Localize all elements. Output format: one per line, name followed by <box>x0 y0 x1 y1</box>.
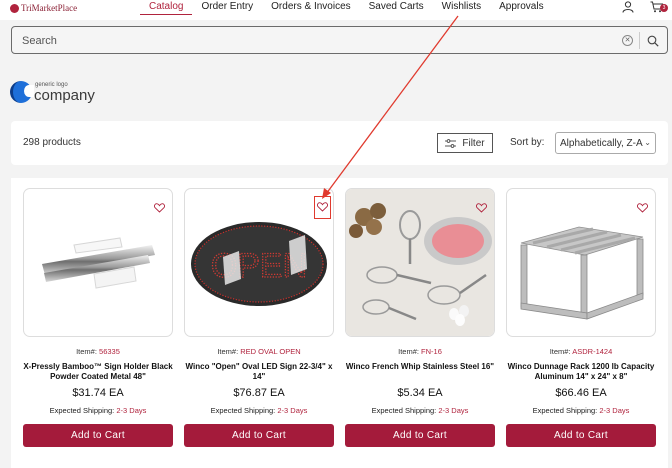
user-icon[interactable] <box>622 1 634 13</box>
product-name[interactable]: Winco Dunnage Rack 1200 lb Capacity Alum… <box>506 362 656 382</box>
brand-name: TriMarketPlace <box>21 3 78 13</box>
product-image[interactable]: OPEN <box>184 188 334 337</box>
nav-item-order-entry[interactable]: Order Entry <box>192 0 262 15</box>
search-bar: ✕ <box>11 26 668 54</box>
item-number: Item#: 56335 <box>76 347 120 356</box>
brand-mark-icon <box>10 3 19 13</box>
sort-value: Alphabetically, Z-A <box>560 138 643 149</box>
wishlist-heart-icon[interactable] <box>154 200 165 218</box>
results-toolbar: 298 products Filter Sort by: Alphabetica… <box>11 121 668 165</box>
cart-icon[interactable]: 3 <box>650 1 668 13</box>
item-number: Item#: RED OVAL OPEN <box>217 347 301 356</box>
product-price: $76.87 EA <box>233 387 285 399</box>
wishlist-heart-icon[interactable] <box>637 200 648 218</box>
product-price: $66.46 EA <box>555 387 607 399</box>
filter-label: Filter <box>462 137 485 149</box>
product-card: OPEN Item#: RED OVAL OPEN Winco "Open" O… <box>184 188 334 447</box>
clear-search-icon[interactable]: ✕ <box>622 35 633 46</box>
company-logo[interactable]: generic logo company <box>10 78 100 106</box>
item-number: Item#: ASDR-1424 <box>549 347 613 356</box>
product-name[interactable]: Winco "Open" Oval LED Sign 22-3/4" x 14" <box>184 362 334 382</box>
main-nav: Catalog Order Entry Orders & Invoices Sa… <box>140 0 553 15</box>
product-image[interactable] <box>345 188 495 337</box>
product-image[interactable] <box>506 188 656 337</box>
add-to-cart-button[interactable]: Add to Cart <box>345 424 495 447</box>
top-navigation-bar: TriMarketPlace Catalog Order Entry Order… <box>0 0 672 20</box>
product-card: Item#: 56335 X-Pressly Bamboo™ Sign Hold… <box>23 188 173 447</box>
product-price: $31.74 EA <box>72 387 124 399</box>
nav-item-approvals[interactable]: Approvals <box>490 0 552 15</box>
nav-item-saved-carts[interactable]: Saved Carts <box>360 0 433 15</box>
product-price: $5.34 EA <box>397 387 443 399</box>
search-icon[interactable] <box>647 34 659 52</box>
chevron-down-icon: ⌄ <box>644 138 651 147</box>
cart-count-badge: 3 <box>660 4 668 12</box>
shipping-days: 2-3 Days <box>438 406 469 415</box>
add-to-cart-button[interactable]: Add to Cart <box>184 424 334 447</box>
expected-shipping: Expected Shipping: 2-3 Days <box>210 406 308 415</box>
item-code: ASDR-1424 <box>572 347 613 356</box>
add-to-cart-button[interactable]: Add to Cart <box>23 424 173 447</box>
company-logo-big-text: company <box>34 86 95 104</box>
nav-item-wishlists[interactable]: Wishlists <box>433 0 490 15</box>
shipping-days: 2-3 Days <box>277 406 308 415</box>
product-card: Item#: ASDR-1424 Winco Dunnage Rack 1200… <box>506 188 656 447</box>
sort-select[interactable]: Alphabetically, Z-A ⌄ <box>555 132 656 154</box>
search-divider <box>639 32 640 49</box>
item-code: RED OVAL OPEN <box>240 347 301 356</box>
product-name[interactable]: X-Pressly Bamboo™ Sign Holder Black Powd… <box>23 362 173 382</box>
product-name[interactable]: Winco French Whip Stainless Steel 16" <box>345 362 495 382</box>
product-image[interactable] <box>23 188 173 337</box>
product-count: 298 products <box>23 137 81 148</box>
open-led-sign-image: OPEN <box>191 222 327 306</box>
filter-button[interactable]: Filter <box>437 133 493 153</box>
shipping-days: 2-3 Days <box>116 406 147 415</box>
dunnage-rack-image <box>520 226 644 320</box>
expected-shipping: Expected Shipping: 2-3 Days <box>371 406 469 415</box>
brand-logo[interactable]: TriMarketPlace <box>10 1 77 15</box>
filter-sliders-icon <box>445 138 457 148</box>
sort-label: Sort by: <box>510 137 545 148</box>
item-number: Item#: FN-16 <box>398 347 442 356</box>
wishlist-heart-icon[interactable] <box>476 200 487 218</box>
expected-shipping: Expected Shipping: 2-3 Days <box>532 406 630 415</box>
nav-item-orders-invoices[interactable]: Orders & Invoices <box>262 0 359 15</box>
shipping-days: 2-3 Days <box>599 406 630 415</box>
wishlist-heart-icon[interactable] <box>314 196 331 219</box>
add-to-cart-button[interactable]: Add to Cart <box>506 424 656 447</box>
product-card: Item#: FN-16 Winco French Whip Stainless… <box>345 188 495 447</box>
sign-holder-rod-image <box>42 237 155 289</box>
item-code: 56335 <box>99 347 120 356</box>
nav-item-catalog[interactable]: Catalog <box>140 0 193 15</box>
company-logo-icon <box>10 81 34 103</box>
whisks-and-bowl-image <box>346 189 494 336</box>
expected-shipping: Expected Shipping: 2-3 Days <box>49 406 147 415</box>
search-input[interactable] <box>22 33 592 49</box>
item-code: FN-16 <box>421 347 442 356</box>
